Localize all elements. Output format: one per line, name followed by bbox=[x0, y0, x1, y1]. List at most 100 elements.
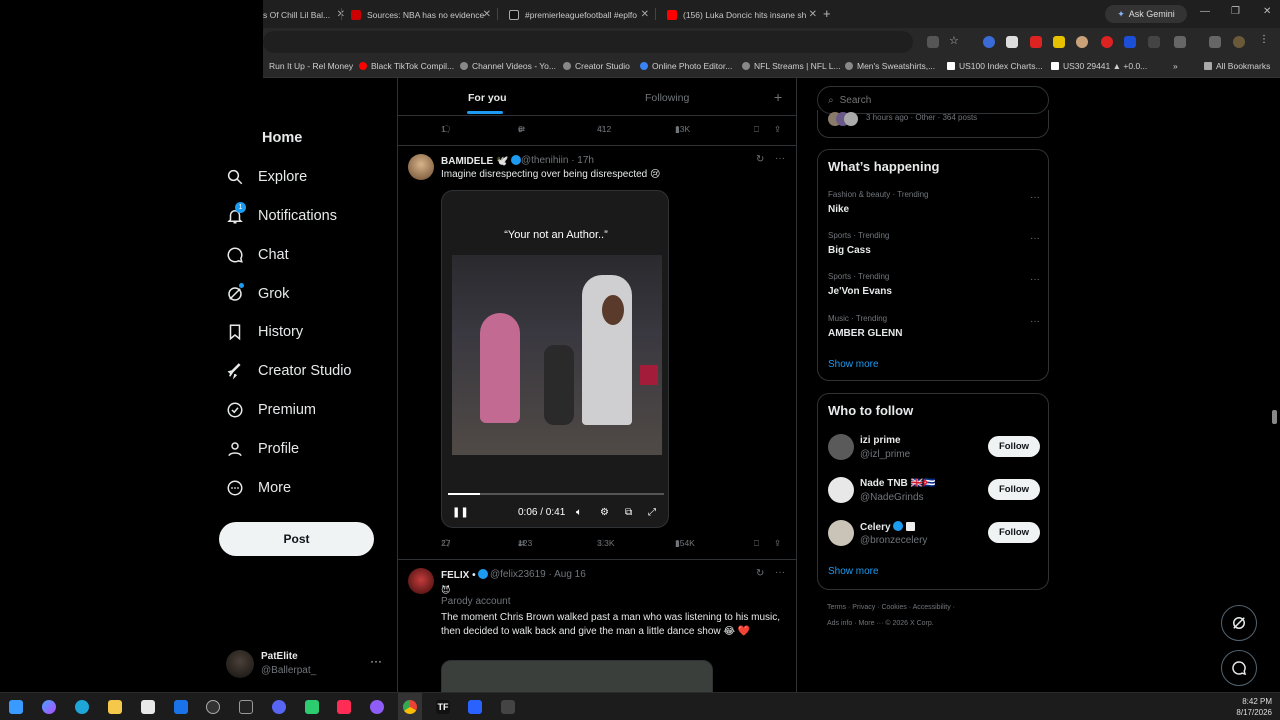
extension-icon[interactable] bbox=[1076, 36, 1088, 48]
bookmark-item[interactable]: Creator Studio bbox=[563, 61, 630, 71]
browser-tab[interactable]: #premierleaguefootball #eplfo ✕ bbox=[509, 4, 649, 26]
edge-icon[interactable] bbox=[75, 700, 89, 714]
nav-notifications[interactable]: 1 Notifications bbox=[226, 202, 337, 225]
pause-icon[interactable]: ❚❚ bbox=[452, 507, 469, 518]
bookmark-item[interactable]: Men's Sweatshirts,... bbox=[845, 61, 935, 71]
file-explorer-icon[interactable] bbox=[108, 700, 122, 714]
extension-icon[interactable] bbox=[1124, 36, 1136, 48]
more-dots-icon[interactable]: ··· bbox=[1030, 192, 1040, 203]
follow-button[interactable]: Follow bbox=[988, 436, 1040, 457]
browser-tab[interactable]: s Of Chill Lil Bal... ✕ bbox=[263, 4, 345, 26]
bookmark-item[interactable]: US30 29441 ▲ +0.0... bbox=[1051, 61, 1147, 71]
follow-button[interactable]: Follow bbox=[988, 522, 1040, 543]
url-field[interactable] bbox=[263, 31, 913, 53]
tradingview-icon[interactable]: TF bbox=[436, 700, 450, 714]
avatar[interactable] bbox=[408, 568, 434, 594]
show-more-follow-link[interactable]: Show more bbox=[828, 566, 879, 577]
tab-following[interactable]: Following bbox=[645, 92, 689, 104]
capcut-icon[interactable] bbox=[305, 700, 319, 714]
trend-item[interactable]: Sports · Trending Big Cass ··· bbox=[828, 231, 1040, 267]
nav-history[interactable]: History bbox=[226, 323, 303, 341]
chrome-menu-icon[interactable]: ⋮ bbox=[1259, 34, 1271, 46]
grok-icon[interactable]: ↻ bbox=[756, 154, 764, 165]
fullscreen-icon[interactable]: ⤢ bbox=[648, 507, 656, 518]
discord-icon[interactable] bbox=[272, 700, 286, 714]
extensions-puzzle-icon[interactable] bbox=[1174, 36, 1186, 48]
search-input[interactable] bbox=[839, 94, 1020, 106]
footer-links[interactable]: Terms · Privacy · Cookies · Accessibilit… bbox=[827, 604, 955, 611]
more-dots-icon[interactable]: ··· bbox=[775, 567, 785, 578]
more-dots-icon[interactable]: ··· bbox=[775, 153, 785, 164]
extension-icon[interactable] bbox=[983, 36, 995, 48]
nav-premium[interactable]: Premium bbox=[226, 401, 316, 419]
tweet-author-name[interactable]: BAMIDELE 🕊️ bbox=[441, 155, 522, 167]
ask-gemini-button[interactable]: ✦ Ask Gemini bbox=[1105, 5, 1187, 23]
nav-creator-studio[interactable]: Creator Studio bbox=[226, 362, 352, 380]
system-clock[interactable]: 8:42 PM 8/17/2026 bbox=[1236, 696, 1272, 718]
volume-icon[interactable]: 🔈︎ bbox=[576, 507, 582, 518]
trend-item[interactable]: Fashion & beauty · Trending Nike ··· bbox=[828, 190, 1040, 226]
close-tab-icon[interactable]: ✕ bbox=[641, 9, 649, 20]
chrome-icon[interactable] bbox=[403, 700, 417, 714]
bookmark-item[interactable]: Online Photo Editor... bbox=[640, 61, 732, 71]
video-player[interactable]: “Your not an Author..” ❚❚ 0:06 / 0:41 🔈︎… bbox=[441, 190, 669, 528]
nav-home[interactable]: Home bbox=[262, 130, 302, 146]
bookmarks-overflow-icon[interactable]: » bbox=[1173, 61, 1178, 71]
app-icon[interactable] bbox=[370, 700, 384, 714]
app-icon[interactable] bbox=[501, 700, 515, 714]
tweet-media[interactable] bbox=[441, 660, 713, 692]
follow-suggestion[interactable]: Celery @bronzecelery Follow bbox=[828, 520, 1040, 550]
minimize-icon[interactable]: — bbox=[1200, 6, 1210, 17]
close-tab-icon[interactable]: ✕ bbox=[483, 9, 491, 20]
tab-for-you[interactable]: For you bbox=[468, 92, 507, 104]
messages-floating-button[interactable] bbox=[1221, 650, 1257, 686]
nav-profile[interactable]: Profile bbox=[226, 440, 299, 458]
steam-icon[interactable] bbox=[206, 700, 220, 714]
nav-grok[interactable]: Grok bbox=[226, 283, 289, 303]
follow-suggestion[interactable]: Nade TNB 🇬🇧🇨🇺 @NadeGrinds Follow bbox=[828, 477, 1040, 507]
more-dots-icon[interactable]: ··· bbox=[1030, 316, 1040, 327]
epic-games-icon[interactable] bbox=[239, 700, 253, 714]
picture-in-picture-icon[interactable]: ⧉ bbox=[625, 507, 632, 518]
more-dots-icon[interactable]: ··· bbox=[1030, 233, 1040, 244]
extension-icon[interactable] bbox=[1030, 36, 1042, 48]
follow-suggestion[interactable]: izi prime @izl_prime Follow bbox=[828, 434, 1040, 464]
new-tab-button[interactable]: + bbox=[823, 6, 831, 21]
account-switcher[interactable]: PatElite @Ballerpat_ ··· bbox=[226, 648, 386, 680]
avatar[interactable] bbox=[408, 154, 434, 180]
more-dots-icon[interactable]: ··· bbox=[370, 654, 382, 668]
trend-item[interactable]: Sports · Trending Je'Von Evans ··· bbox=[828, 272, 1040, 308]
copilot-icon[interactable] bbox=[42, 700, 56, 714]
tweet-handle-time[interactable]: @felix23619 · Aug 16 bbox=[490, 569, 586, 580]
extension-icon[interactable] bbox=[1148, 36, 1160, 48]
browser-tab[interactable]: Sources: NBA has no evidence ✕ bbox=[351, 4, 491, 26]
follow-button[interactable]: Follow bbox=[988, 479, 1040, 500]
plus-app-icon[interactable] bbox=[468, 700, 482, 714]
trend-item[interactable]: Music · Trending AMBER GLENN ··· bbox=[828, 314, 1040, 350]
grok-icon[interactable]: ↻ bbox=[756, 568, 764, 579]
all-bookmarks-button[interactable]: All Bookmarks bbox=[1204, 61, 1270, 71]
restore-icon[interactable]: ❐ bbox=[1231, 6, 1240, 17]
bookmark-item[interactable]: NFL Streams | NFL L... bbox=[742, 61, 841, 71]
bookmark-item[interactable]: Run It Up - Rel Money bbox=[269, 61, 353, 71]
footer-links[interactable]: Ads info · More ··· © 2026 X Corp. bbox=[827, 620, 934, 627]
tweet-handle-time[interactable]: @thenihiin · 17h bbox=[521, 155, 594, 166]
install-app-icon[interactable] bbox=[927, 36, 939, 48]
close-tab-icon[interactable]: ✕ bbox=[809, 9, 817, 20]
profile-avatar-icon[interactable] bbox=[1233, 36, 1245, 48]
extension-icon[interactable] bbox=[1006, 36, 1018, 48]
add-tab-icon[interactable]: + bbox=[774, 89, 782, 105]
store-icon[interactable] bbox=[141, 700, 155, 714]
mail-icon[interactable] bbox=[174, 700, 188, 714]
browser-tab[interactable]: (156) Luka Doncic hits insane sh ✕ bbox=[667, 4, 817, 26]
grok-floating-button[interactable] bbox=[1221, 605, 1257, 641]
video-progress-bar[interactable] bbox=[448, 493, 664, 495]
tab-search-icon[interactable] bbox=[1209, 36, 1221, 48]
bookmark-item[interactable]: US100 Index Charts... bbox=[947, 61, 1043, 71]
bookmark-item[interactable]: Channel Videos - Yo... bbox=[460, 61, 556, 71]
extension-icon[interactable] bbox=[1053, 36, 1065, 48]
scrollbar-thumb[interactable] bbox=[1272, 410, 1277, 424]
settings-gear-icon[interactable]: ⚙ bbox=[600, 507, 609, 518]
more-dots-icon[interactable]: ··· bbox=[1030, 274, 1040, 285]
nav-chat[interactable]: Chat bbox=[226, 246, 289, 264]
